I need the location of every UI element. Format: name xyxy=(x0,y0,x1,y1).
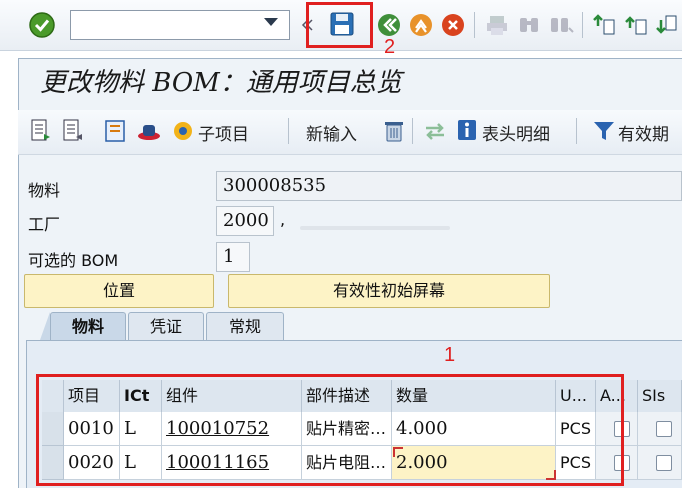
filter-icon[interactable] xyxy=(592,118,616,144)
command-dropdown-icon[interactable] xyxy=(264,18,278,26)
enter-check-icon[interactable] xyxy=(28,11,56,39)
table-annotation-label: 1 xyxy=(444,344,456,366)
tab-general[interactable]: 常规 xyxy=(206,312,284,340)
next-page-icon[interactable] xyxy=(656,12,682,38)
list-back-icon[interactable] xyxy=(62,118,86,144)
delete-trash-icon[interactable] xyxy=(382,118,406,144)
command-field[interactable] xyxy=(70,10,290,40)
checkbox-sis[interactable] xyxy=(656,455,672,471)
toolbar-separator xyxy=(412,118,413,144)
plant-description-blur xyxy=(300,226,450,230)
print-icon[interactable] xyxy=(484,12,510,38)
list-forward-icon[interactable] xyxy=(30,118,54,144)
validity-button[interactable]: 有效期 xyxy=(618,120,669,145)
first-page-icon[interactable] xyxy=(592,12,618,38)
save-annotation-label: 2 xyxy=(384,36,396,58)
subitems-button[interactable]: 子项目 xyxy=(198,120,249,145)
validity-initial-screen-button[interactable]: 有效性初始屏幕 xyxy=(228,274,550,308)
alt-bom-label: 可选的 BOM xyxy=(28,251,119,270)
checkbox-sis[interactable] xyxy=(656,421,672,437)
exit-icon[interactable] xyxy=(408,12,434,38)
tab-document[interactable]: 凭证 xyxy=(128,312,204,340)
position-button[interactable]: 位置 xyxy=(24,274,214,308)
toolbar-separator xyxy=(582,12,583,38)
material-field: 300008535 xyxy=(216,171,682,201)
find-icon[interactable] xyxy=(516,12,542,38)
cancel-icon[interactable] xyxy=(440,12,466,38)
header-details-button[interactable]: 表头明细 xyxy=(482,120,550,145)
plant-suffix: , xyxy=(280,210,286,229)
toolbar-separator xyxy=(576,118,577,144)
previous-page-icon[interactable] xyxy=(624,12,650,38)
assembly-icon[interactable] xyxy=(104,118,128,144)
back-icon[interactable] xyxy=(376,12,402,38)
toolbar-separator xyxy=(288,118,289,144)
column-header-sis[interactable]: SIs xyxy=(638,380,682,412)
plant-label: 工厂 xyxy=(28,215,61,234)
tab-corner xyxy=(40,312,50,340)
toolbar-separator xyxy=(474,12,475,38)
hat-icon[interactable] xyxy=(136,118,162,144)
find-next-icon[interactable] xyxy=(548,12,574,38)
material-label: 物料 xyxy=(28,181,61,200)
page-title: 更改物料 BOM：通用项目总览 xyxy=(40,68,402,98)
subitems-icon[interactable] xyxy=(170,118,196,144)
plant-field: 2000 xyxy=(216,206,274,236)
info-icon[interactable] xyxy=(456,118,478,142)
tab-material[interactable]: 物料 xyxy=(50,312,126,340)
save-icon[interactable] xyxy=(328,10,356,38)
alt-bom-field: 1 xyxy=(216,242,250,272)
swap-arrows-icon[interactable] xyxy=(422,118,448,144)
new-entries-button[interactable]: 新输入 xyxy=(306,120,357,145)
table-annotation-box xyxy=(36,374,624,486)
